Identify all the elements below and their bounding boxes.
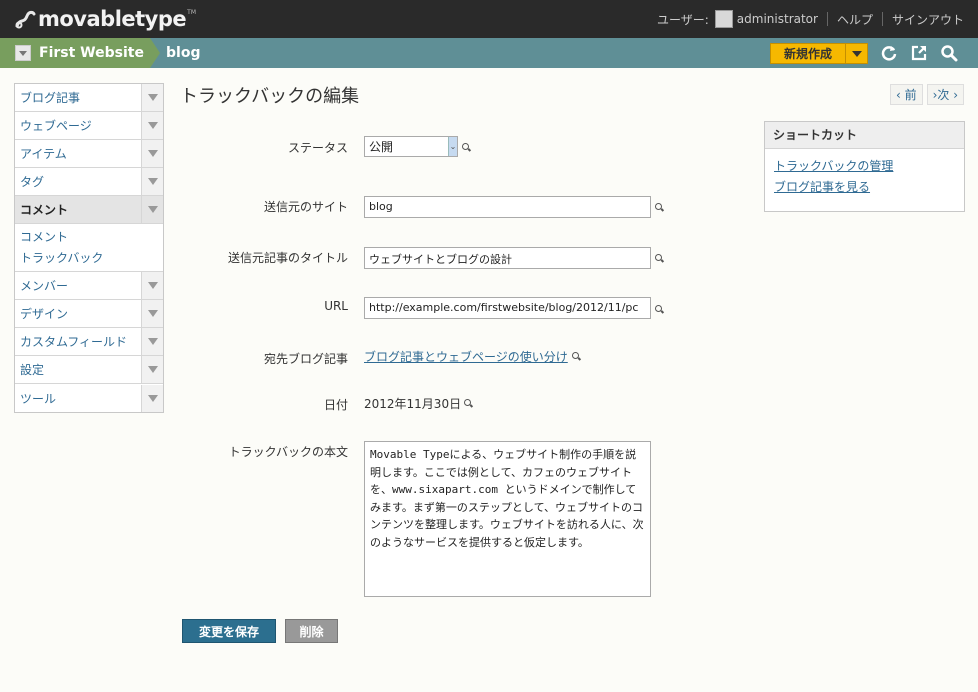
user-label: ユーザー: [656,12,709,27]
shortcut-widget: ショートカット トラックバックの管理 ブログ記事を見る [764,121,965,212]
shortcut-title: ショートカット [765,122,964,149]
save-button[interactable]: 変更を保存 [182,619,276,643]
sidebar-item-entries[interactable]: ブログ記事 [15,84,163,112]
chevron-down-icon[interactable] [141,356,163,383]
website-name[interactable]: First Website [39,45,144,61]
sidebar-item-tools[interactable]: ツール [15,384,163,412]
sidebar-item-custom-fields[interactable]: カスタムフィールド [15,328,163,356]
sidebar-item-settings[interactable]: 設定 [15,356,163,384]
refresh-icon[interactable] [878,42,900,64]
source-title-field[interactable]: ウェブサイトとブログの設計 [364,247,651,269]
status-select[interactable]: 公開 ⌄ [364,136,458,157]
sidebar-item-label[interactable]: コメント [15,201,68,218]
sidebar-item-label[interactable]: アイテム [15,145,67,162]
new-create-label[interactable]: 新規作成 [771,44,845,63]
sidebar-item-label[interactable]: メンバー [15,277,68,294]
search-icon[interactable] [655,254,664,263]
status-label: ステータス [287,141,348,155]
shortcut-links: トラックバックの管理 ブログ記事を見る [765,149,964,198]
divider [826,12,828,26]
chevron-down-icon[interactable] [141,84,163,111]
sidebar-item-label[interactable]: カスタムフィールド [15,333,127,350]
search-icon[interactable] [462,143,471,152]
external-link-icon[interactable] [908,42,930,64]
chevron-down-icon[interactable] [141,140,163,167]
chevron-down-icon[interactable] [15,45,31,61]
search-icon[interactable] [938,42,960,64]
sidebar-item-design[interactable]: デザイン [15,300,163,328]
delete-button[interactable]: 削除 [285,619,338,643]
url-label: URL [324,299,348,313]
chevron-down-icon[interactable]: ⌄ [448,137,457,156]
trackback-body-textarea[interactable]: Movable Typeによる、ウェブサイト制作の手順を説明します。ここでは例と… [364,441,651,597]
submenu-item-trackbacks[interactable]: トラックバック [20,248,163,269]
body-label: トラックバックの本文 [228,445,348,459]
page-title: トラックバックの編集 [180,86,360,107]
blog-name[interactable]: blog [166,38,200,68]
target-entry-label: 宛先ブログ記事 [263,352,348,366]
caret-down-icon[interactable] [845,44,867,63]
sidebar-item-label[interactable]: タグ [15,173,44,190]
signout-link[interactable]: サインアウト [892,11,964,28]
help-link[interactable]: ヘルプ [837,11,873,28]
sidebar-item-members[interactable]: メンバー [15,272,163,300]
divider [881,12,883,26]
logo-text: movabletype [38,7,187,31]
sidebar-item-label[interactable]: ブログ記事 [15,89,80,106]
chevron-down-icon[interactable] [141,300,163,327]
search-icon[interactable] [464,399,473,408]
chevron-down-icon[interactable] [141,328,163,355]
sidebar-item-assets[interactable]: アイテム [15,140,163,168]
sidebar-menu: ブログ記事 ウェブページ アイテム タグ コメント コメント トラックバック メ… [14,83,164,413]
top-navigation-bar: movabletype TM ユーザー: administrator ヘルプ サ… [0,0,978,38]
comments-submenu: コメント トラックバック [15,224,163,272]
site-selector[interactable]: First Website [0,38,160,68]
chevron-down-icon[interactable] [141,272,163,299]
sidebar-item-label[interactable]: デザイン [15,305,68,322]
search-icon[interactable] [655,305,664,314]
source-site-label: 送信元のサイト [263,200,348,214]
movabletype-logo-icon [15,10,36,29]
pager: ‹ 前 ›次 › [889,84,964,105]
view-entry-link[interactable]: ブログ記事を見る [774,177,964,198]
submenu-item-comments[interactable]: コメント [20,227,163,248]
user-avatar [714,10,733,28]
previous-link[interactable]: ‹ 前 [889,84,923,105]
url-field[interactable]: http://example.com/firstwebsite/blog/201… [364,297,651,319]
sidebar-item-label[interactable]: ウェブページ [15,117,92,134]
chevron-down-icon[interactable] [141,112,163,139]
sidebar-item-pages[interactable]: ウェブページ [15,112,163,140]
site-navigation-bar: First Website blog 新規作成 [0,38,978,68]
user-area: ユーザー: administrator ヘルプ サインアウト [657,0,964,38]
toolbar-icons [878,42,960,64]
chevron-down-icon[interactable] [141,384,163,412]
target-entry-link[interactable]: ブログ記事とウェブページの使い分け [364,348,568,365]
sidebar-item-comments[interactable]: コメント [15,196,163,224]
username-link[interactable]: administrator [737,12,818,26]
source-title-label: 送信元記事のタイトル [227,251,348,265]
date-value: 2012年11月30日 [364,397,462,411]
chevron-down-icon[interactable] [141,196,163,223]
movabletype-logo[interactable]: movabletype TM [14,6,196,32]
sidebar-item-label[interactable]: ツール [15,390,56,407]
next-link[interactable]: ›次 › [926,84,964,105]
sidebar-item-label[interactable]: 設定 [15,361,44,378]
chevron-down-icon[interactable] [141,168,163,195]
search-icon[interactable] [572,352,581,361]
manage-trackbacks-link[interactable]: トラックバックの管理 [774,156,964,177]
source-site-field[interactable]: blog [364,196,651,218]
sidebar-item-tags[interactable]: タグ [15,168,163,196]
status-value[interactable]: 公開 [365,138,448,155]
new-create-button[interactable]: 新規作成 [770,43,868,64]
search-icon[interactable] [655,203,664,212]
logo-trademark: TM [187,8,196,16]
date-label: 日付 [323,398,348,412]
